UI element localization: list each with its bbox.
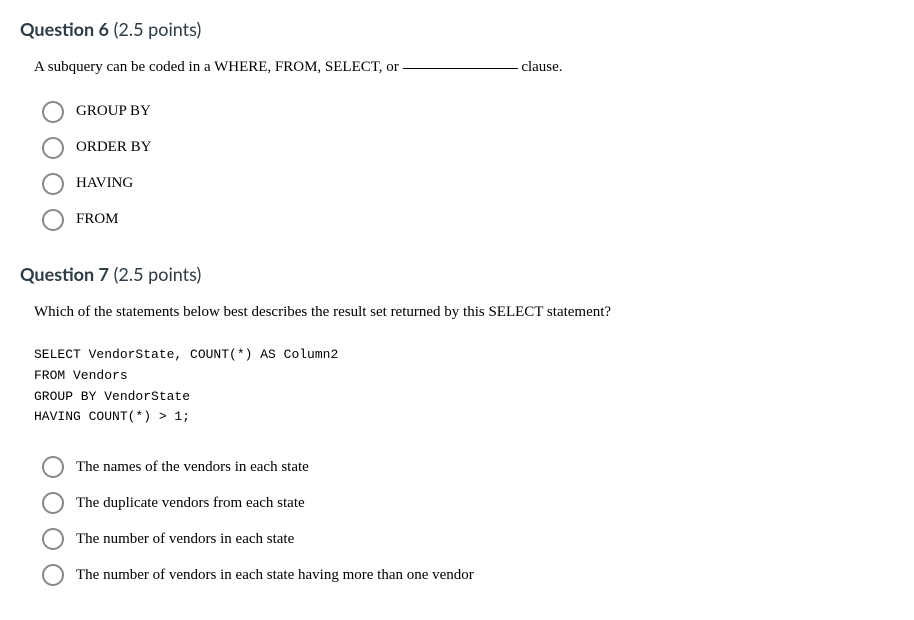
option-label: The duplicate vendors from each state bbox=[76, 495, 305, 512]
option-label: The number of vendors in each state havi… bbox=[76, 567, 474, 584]
question-7-options: The names of the vendors in each state T… bbox=[42, 456, 894, 586]
question-7-points: (2.5 points) bbox=[114, 263, 202, 285]
question-6-header: Question 6 (2.5 points) bbox=[20, 18, 894, 40]
option-label: FROM bbox=[76, 211, 119, 228]
fill-blank bbox=[403, 68, 518, 69]
option-from[interactable]: FROM bbox=[42, 209, 894, 231]
radio-icon bbox=[42, 456, 64, 478]
option-label: The number of vendors in each state bbox=[76, 531, 294, 548]
sql-code-block: SELECT VendorState, COUNT(*) AS Column2 … bbox=[34, 345, 894, 428]
question-7-header: Question 7 (2.5 points) bbox=[20, 263, 894, 285]
prompt-text-after: clause. bbox=[518, 59, 563, 75]
option-number-vendors[interactable]: The number of vendors in each state bbox=[42, 528, 894, 550]
option-label: GROUP BY bbox=[76, 103, 151, 120]
question-7: Question 7 (2.5 points) Which of the sta… bbox=[20, 263, 894, 587]
radio-icon bbox=[42, 173, 64, 195]
option-names-vendors[interactable]: The names of the vendors in each state bbox=[42, 456, 894, 478]
radio-icon bbox=[42, 564, 64, 586]
radio-icon bbox=[42, 137, 64, 159]
question-6-points: (2.5 points) bbox=[114, 18, 202, 40]
option-having[interactable]: HAVING bbox=[42, 173, 894, 195]
question-6-options: GROUP BY ORDER BY HAVING FROM bbox=[42, 101, 894, 231]
question-6: Question 6 (2.5 points) A subquery can b… bbox=[20, 18, 894, 231]
radio-icon bbox=[42, 209, 64, 231]
question-7-prompt: Which of the statements below best descr… bbox=[34, 301, 894, 324]
prompt-text-before: A subquery can be coded in a WHERE, FROM… bbox=[34, 59, 403, 75]
option-label: HAVING bbox=[76, 175, 133, 192]
option-label: ORDER BY bbox=[76, 139, 151, 156]
question-6-prompt: A subquery can be coded in a WHERE, FROM… bbox=[34, 56, 894, 79]
option-group-by[interactable]: GROUP BY bbox=[42, 101, 894, 123]
radio-icon bbox=[42, 528, 64, 550]
question-7-title: Question 7 bbox=[20, 263, 109, 285]
option-duplicate-vendors[interactable]: The duplicate vendors from each state bbox=[42, 492, 894, 514]
question-6-title: Question 6 bbox=[20, 18, 109, 40]
radio-icon bbox=[42, 492, 64, 514]
option-order-by[interactable]: ORDER BY bbox=[42, 137, 894, 159]
option-number-vendors-more-than-one[interactable]: The number of vendors in each state havi… bbox=[42, 564, 894, 586]
radio-icon bbox=[42, 101, 64, 123]
option-label: The names of the vendors in each state bbox=[76, 459, 309, 476]
